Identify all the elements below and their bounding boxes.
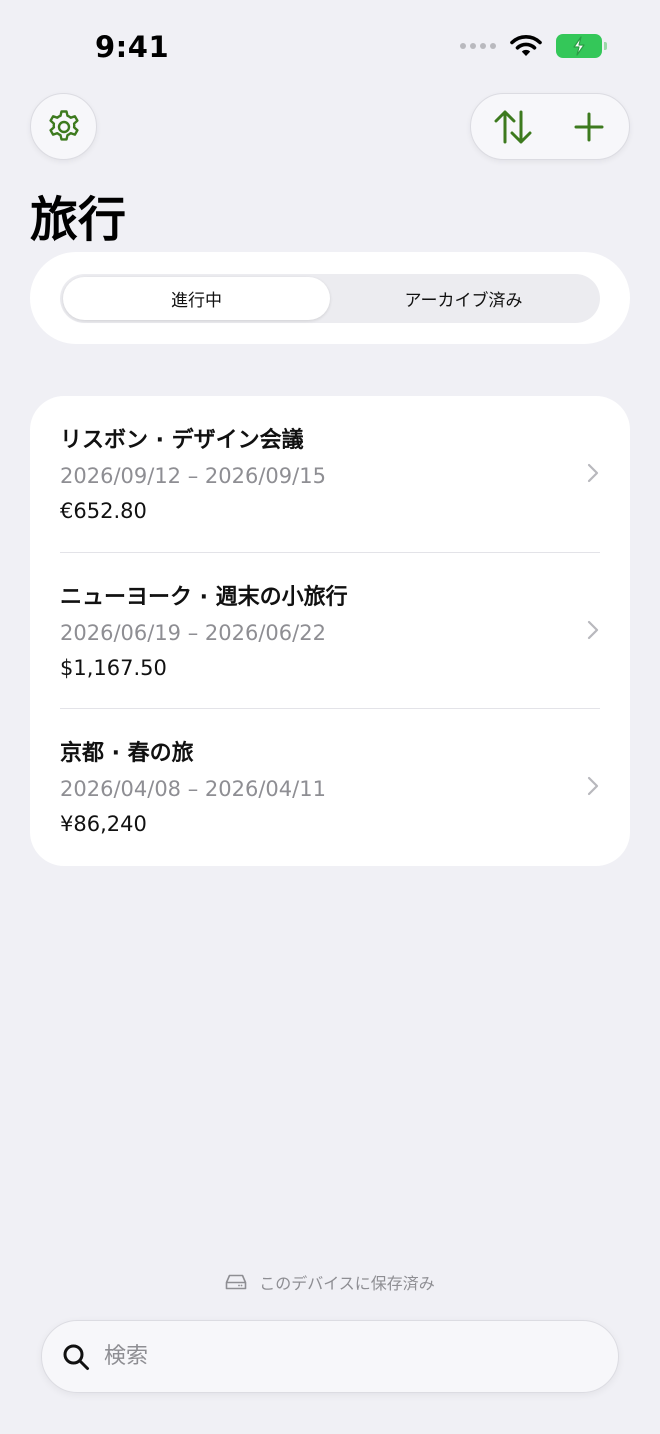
status-time: 9:41 xyxy=(95,30,170,64)
plus-icon xyxy=(574,112,604,141)
cellular-signal-icon xyxy=(460,43,496,49)
storage-note-text: このデバイスに保存済み xyxy=(259,1274,435,1293)
filter-card: 進行中 アーカイブ済み xyxy=(30,252,630,344)
trip-row[interactable]: 京都 · 春の旅 2026/04/08 – 2026/04/11 ¥86,240 xyxy=(60,708,600,864)
trip-list: リスボン · デザイン会議 2026/09/12 – 2026/09/15 €6… xyxy=(30,396,630,866)
segment-active[interactable]: 進行中 xyxy=(63,277,330,320)
trip-dates: 2026/06/19 – 2026/06/22 xyxy=(60,621,326,645)
trip-title: ニューヨーク · 週末の小旅行 xyxy=(60,585,348,610)
toolbar-actions xyxy=(470,93,630,160)
add-trip-button[interactable] xyxy=(567,105,611,149)
trip-filter-segmented-control: 進行中 アーカイブ済み xyxy=(60,274,600,323)
gear-icon xyxy=(48,109,79,141)
search-icon xyxy=(63,1344,89,1370)
sort-button[interactable] xyxy=(491,105,535,149)
trip-amount: $1,167.50 xyxy=(60,656,167,680)
segment-archived[interactable]: アーカイブ済み xyxy=(330,277,597,320)
trip-amount: €652.80 xyxy=(60,499,147,523)
storage-note: このデバイスに保存済み xyxy=(0,1270,660,1294)
trip-dates: 2026/09/12 – 2026/09/15 xyxy=(60,464,326,488)
trips-screen: 9:41 旅行 進行中 アーカイブ済み リスボン · デザイン会議 2026/0… xyxy=(0,0,660,1434)
trip-row[interactable]: リスボン · デザイン会議 2026/09/12 – 2026/09/15 €6… xyxy=(60,396,600,552)
trip-title: 京都 · 春の旅 xyxy=(60,741,194,766)
trip-row[interactable]: ニューヨーク · 週末の小旅行 2026/06/19 – 2026/06/22 … xyxy=(60,552,600,708)
battery-charging-icon xyxy=(556,34,607,58)
sort-arrows-icon xyxy=(494,110,532,143)
settings-button[interactable] xyxy=(30,93,97,160)
status-indicators xyxy=(460,34,607,58)
chevron-right-icon xyxy=(587,463,599,483)
search-input[interactable] xyxy=(104,1344,564,1369)
wifi-icon xyxy=(510,35,542,56)
search-bar[interactable] xyxy=(41,1320,619,1393)
trip-dates: 2026/04/08 – 2026/04/11 xyxy=(60,777,326,801)
chevron-right-icon xyxy=(587,620,599,640)
trip-title: リスボン · デザイン会議 xyxy=(60,428,304,453)
chevron-right-icon xyxy=(587,776,599,796)
trip-amount: ¥86,240 xyxy=(60,812,147,836)
page-title: 旅行 xyxy=(30,192,127,248)
internal-drive-icon xyxy=(225,1274,247,1290)
